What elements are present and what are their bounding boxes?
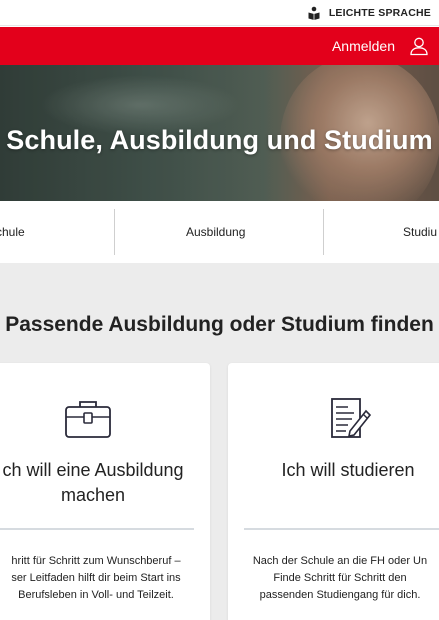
tab-schule[interactable]: chule: [0, 225, 25, 239]
card-ausbildung[interactable]: ch will eine Ausbildung machen hritt für…: [0, 363, 210, 620]
card-divider: [244, 528, 439, 530]
login-button[interactable]: Anmelden: [332, 36, 429, 56]
header-bar: Anmelden: [0, 27, 439, 65]
card-description: hritt für Schritt zum Wunschberuf – ser …: [11, 555, 181, 601]
card-title: Ich will studieren: [281, 460, 415, 480]
card-title: ch will eine Ausbildung machen: [2, 460, 184, 505]
easy-language-label: LEICHTE SPRACHE: [328, 7, 431, 19]
tab-studium[interactable]: Studiu: [403, 225, 437, 239]
card-description: Nach der Schule an die FH oder Un Finde …: [252, 555, 428, 601]
tab-divider: [323, 209, 324, 255]
briefcase-icon: [65, 401, 111, 438]
book-reader-icon: [308, 6, 320, 20]
card-studium[interactable]: Ich will studieren Nach der Schule an di…: [228, 363, 439, 620]
tab-ausbildung[interactable]: Ausbildung: [186, 225, 245, 239]
hero-banner: Schule, Ausbildung und Studium: [0, 65, 439, 201]
easy-language-link[interactable]: LEICHTE SPRACHE: [307, 6, 431, 20]
category-tabs: chule Ausbildung Studiu: [0, 201, 439, 263]
document-pen-icon: [331, 398, 372, 438]
tab-divider: [114, 209, 115, 255]
hero-title: Schule, Ausbildung und Studium: [6, 125, 433, 155]
login-label: Anmelden: [331, 38, 395, 54]
top-utility-bar: LEICHTE SPRACHE: [0, 0, 439, 26]
user-icon: [410, 37, 428, 56]
card-divider: [0, 528, 194, 530]
finder-section: Passende Ausbildung oder Studium finden …: [0, 263, 439, 620]
section-title: Passende Ausbildung oder Studium finden: [5, 313, 434, 336]
